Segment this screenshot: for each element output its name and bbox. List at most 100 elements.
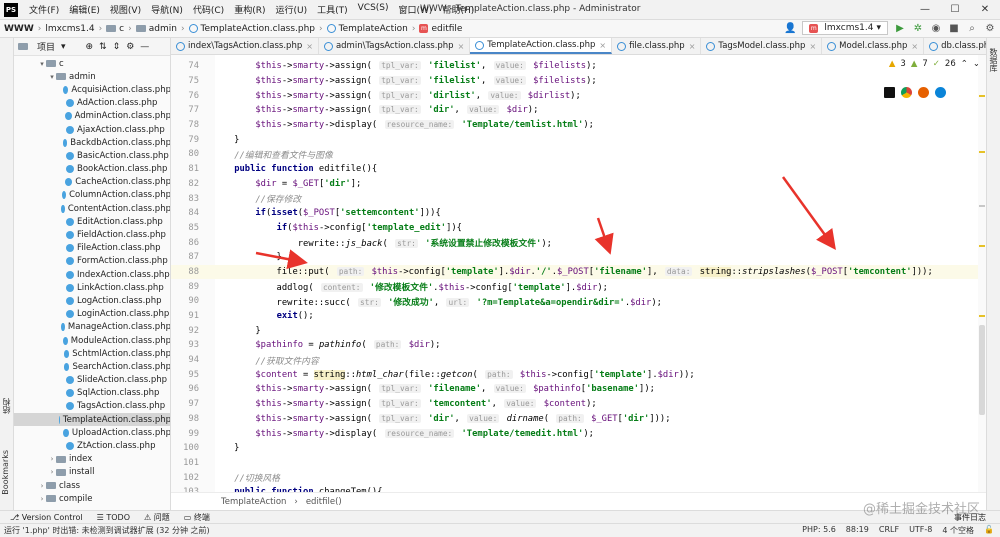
menu-item[interactable]: 工具(T) bbox=[312, 3, 353, 16]
code-line[interactable]: 93 $pathinfo = pathinfo( path: $dir); bbox=[171, 338, 981, 353]
close-icon[interactable]: × bbox=[599, 41, 606, 50]
hide-icon[interactable]: — bbox=[140, 42, 149, 52]
close-icon[interactable]: ✕ bbox=[970, 0, 1000, 20]
tree-file[interactable]: AcquisiAction.class.php bbox=[14, 83, 170, 96]
tree-file[interactable]: ColumnAction.class.php bbox=[14, 189, 170, 202]
status-message[interactable]: 运行 '1.php' 时出错: 未检测到调试器扩展 (32 分钟 之前) bbox=[4, 525, 210, 536]
code-line[interactable]: 97 $this->smarty->assign( tpl_var: 'temc… bbox=[171, 397, 981, 412]
menu-item[interactable]: 代码(C) bbox=[188, 3, 229, 16]
bookmarks-tool-label[interactable]: Bookmarks bbox=[1, 450, 10, 495]
tree-file[interactable]: BasicAction.class.php bbox=[14, 149, 170, 162]
tree-file[interactable]: ManageAction.class.php bbox=[14, 321, 170, 334]
code-line[interactable]: 102 //切换风格 bbox=[171, 470, 981, 485]
bottom-tool-button[interactable]: ☰ TODO bbox=[97, 513, 130, 522]
tree-file[interactable]: FileAction.class.php bbox=[14, 242, 170, 255]
code-line[interactable]: 83 //保存修改 bbox=[171, 191, 981, 206]
chevron-down-icon[interactable]: ▾ bbox=[38, 60, 46, 68]
maximize-icon[interactable]: ☐ bbox=[940, 0, 970, 20]
lock-icon[interactable]: 🔓 bbox=[984, 525, 994, 536]
bottom-tool-button[interactable]: ⎇ Version Control bbox=[10, 513, 83, 522]
code-line[interactable]: 74 $this->smarty->assign( tpl_var: 'file… bbox=[171, 59, 981, 74]
tree-file[interactable]: IndexAction.class.php bbox=[14, 268, 170, 281]
tree-file[interactable]: ContentAction.class.php bbox=[14, 202, 170, 215]
code-line[interactable]: 92 } bbox=[171, 323, 981, 338]
code-line[interactable]: 86 rewrite::js_back( str: '系统设置禁止修改模板文件'… bbox=[171, 235, 981, 250]
code-line[interactable]: 89 addlog( content: '修改模板文件'.$this->conf… bbox=[171, 279, 981, 294]
firefox-icon[interactable] bbox=[918, 87, 929, 98]
chevron-down-icon[interactable]: ▾ bbox=[48, 73, 56, 81]
structure-tool-label[interactable]: 结构 bbox=[1, 398, 12, 414]
tree-file[interactable]: FormAction.class.php bbox=[14, 255, 170, 268]
code-line[interactable]: 96 $this->smarty->assign( tpl_var: 'file… bbox=[171, 382, 981, 397]
chevron-right-icon[interactable]: › bbox=[48, 468, 56, 476]
minimize-icon[interactable]: — bbox=[910, 0, 940, 20]
bottom-tool-button[interactable]: ⚠ 问题 bbox=[144, 512, 170, 523]
edge-icon[interactable] bbox=[935, 87, 946, 98]
chevron-right-icon[interactable]: › bbox=[38, 482, 46, 490]
run-config-select[interactable]: m lmxcms1.4 ▾ bbox=[802, 21, 888, 35]
chrome-icon[interactable] bbox=[901, 87, 912, 98]
menu-item[interactable]: 重构(R) bbox=[229, 3, 270, 16]
tree-file[interactable]: BookAction.class.php bbox=[14, 163, 170, 176]
code-line[interactable]: 101 bbox=[171, 456, 981, 471]
tree-file[interactable]: AjaxAction.class.php bbox=[14, 123, 170, 136]
breadcrumb-item[interactable]: TemplateAction.class.php bbox=[188, 24, 315, 34]
chevron-right-icon[interactable]: › bbox=[38, 495, 46, 503]
breadcrumb-item[interactable]: WWW bbox=[4, 24, 34, 34]
coverage-icon[interactable]: ◉ bbox=[930, 23, 942, 34]
code-editor[interactable]: 74 $this->smarty->assign( tpl_var: 'file… bbox=[171, 55, 986, 492]
menu-item[interactable]: 导航(N) bbox=[146, 3, 188, 16]
breadcrumb-item[interactable]: m editfile bbox=[419, 24, 462, 34]
code-line[interactable]: 76 $this->smarty->assign( tpl_var: 'dirl… bbox=[171, 88, 981, 103]
file-encoding[interactable]: UTF-8 bbox=[909, 525, 932, 536]
chevron-down-icon[interactable]: ▾ bbox=[61, 42, 66, 52]
tree-file[interactable]: LoginAction.class.php bbox=[14, 308, 170, 321]
editor-tab[interactable]: index\TagsAction.class.php × bbox=[171, 38, 319, 54]
tree-file[interactable]: AdAction.class.php bbox=[14, 97, 170, 110]
editor-tab[interactable]: file.class.php × bbox=[612, 38, 702, 54]
tree-file[interactable]: AdminAction.class.php bbox=[14, 110, 170, 123]
code-line[interactable]: 91 exit(); bbox=[171, 309, 981, 324]
code-line[interactable]: 81 public function editfile(){ bbox=[171, 162, 981, 177]
tree-file[interactable]: SchtmlAction.class.php bbox=[14, 347, 170, 360]
editor-tab[interactable]: db.class.php× bbox=[924, 38, 986, 54]
editor-tab[interactable]: admin\TagsAction.class.php × bbox=[319, 38, 471, 54]
close-icon[interactable]: × bbox=[809, 42, 816, 51]
code-line[interactable]: 79 } bbox=[171, 132, 981, 147]
menu-item[interactable]: 运行(U) bbox=[270, 3, 312, 16]
code-line[interactable]: 80 //编辑和查看文件与图像 bbox=[171, 147, 981, 162]
php-version[interactable]: PHP: 5.6 bbox=[802, 525, 836, 536]
tree-file[interactable]: FieldAction.class.php bbox=[14, 228, 170, 241]
caret-position[interactable]: 88:19 bbox=[846, 525, 869, 536]
tree-file[interactable]: SearchAction.class.php bbox=[14, 360, 170, 373]
code-line[interactable]: 103 public function changeTem(){ bbox=[171, 485, 981, 492]
close-icon[interactable]: × bbox=[306, 42, 313, 51]
stop-icon[interactable]: ■ bbox=[948, 23, 960, 34]
breadcrumb-item[interactable]: c bbox=[106, 24, 124, 34]
line-separator[interactable]: CRLF bbox=[879, 525, 899, 536]
tree-file[interactable]: SlideAction.class.php bbox=[14, 374, 170, 387]
code-line[interactable]: 90 rewrite::succ( str: '修改成功', url: '?m=… bbox=[171, 294, 981, 309]
tree-folder[interactable]: › class bbox=[14, 479, 170, 492]
tree-folder[interactable]: ▾ c bbox=[14, 57, 170, 70]
editor-scrollbar[interactable] bbox=[978, 55, 986, 492]
tree-file[interactable]: TagsAction.class.php bbox=[14, 400, 170, 413]
close-icon[interactable]: × bbox=[458, 42, 465, 51]
code-line[interactable]: 99 $this->smarty->display( resource_name… bbox=[171, 426, 981, 441]
chevron-right-icon[interactable]: › bbox=[48, 455, 56, 463]
breadcrumb-item[interactable]: TemplateAction bbox=[326, 24, 408, 34]
collapse-icon[interactable]: ⇅ bbox=[99, 42, 107, 52]
tree-file[interactable]: UploadAction.class.php bbox=[14, 426, 170, 439]
editor-breadcrumb-item[interactable]: TemplateAction bbox=[221, 497, 286, 507]
menu-item[interactable]: 文件(F) bbox=[24, 3, 64, 16]
code-line[interactable]: 98 $this->smarty->assign( tpl_var: 'dir'… bbox=[171, 412, 981, 427]
menu-item[interactable]: 视图(V) bbox=[105, 3, 146, 16]
tree-folder[interactable]: ▾ admin bbox=[14, 70, 170, 83]
expand-icon[interactable]: ⇕ bbox=[113, 42, 121, 52]
menu-item[interactable]: 编辑(E) bbox=[64, 3, 105, 16]
chevron-up-icon[interactable]: ⌃ bbox=[961, 59, 968, 69]
phpstorm-browser-icon[interactable] bbox=[884, 87, 895, 98]
editor-tab[interactable]: Model.class.php × bbox=[822, 38, 925, 54]
editor-breadcrumb-item[interactable]: editfile() bbox=[306, 497, 342, 507]
code-line[interactable]: 94 //获取文件内容 bbox=[171, 353, 981, 368]
